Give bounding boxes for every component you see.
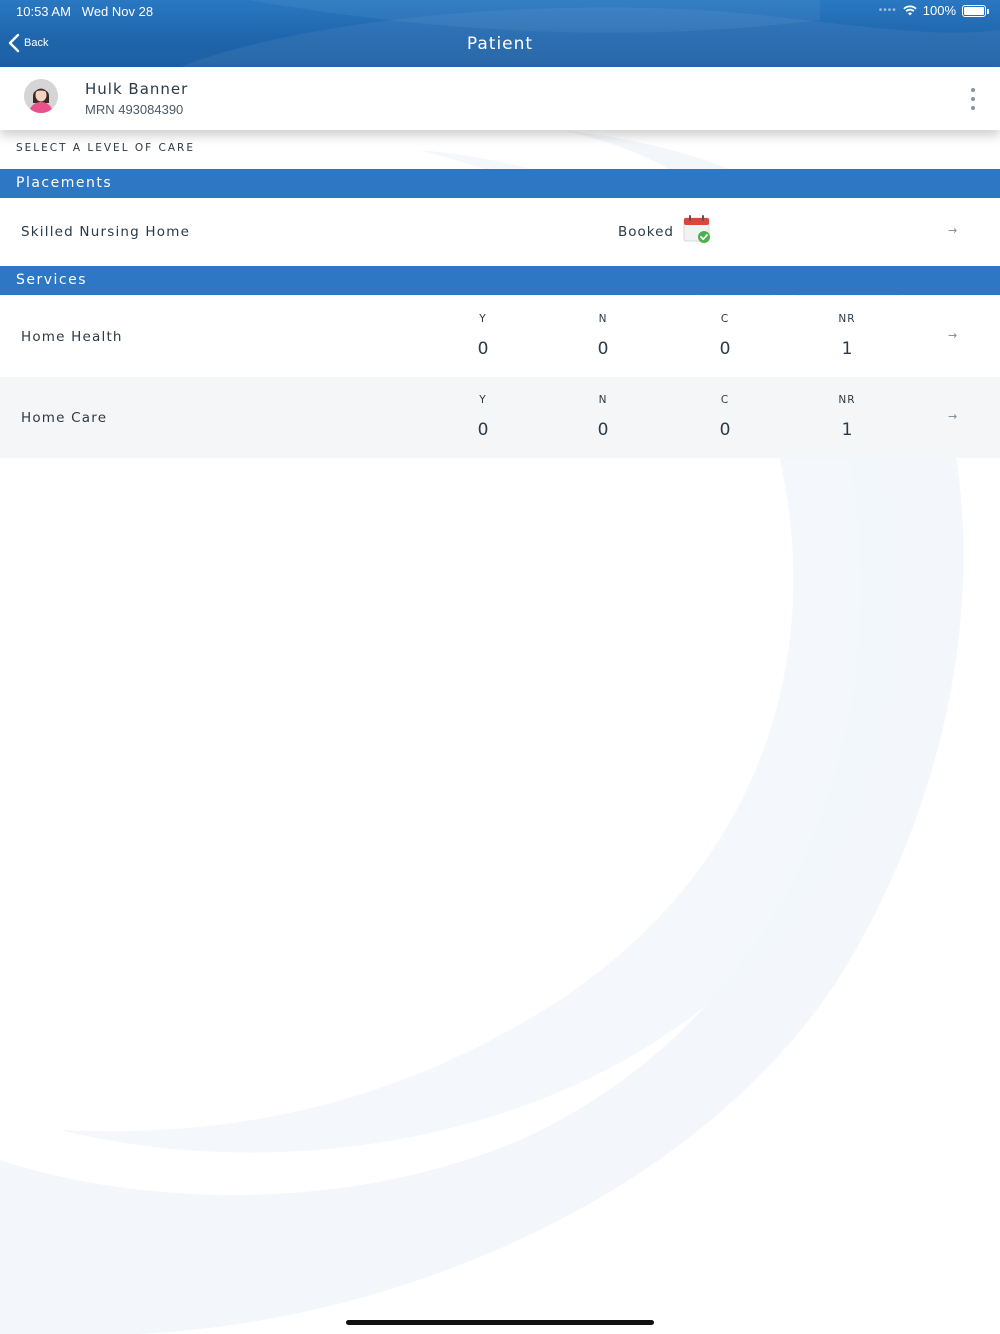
- home-indicator[interactable]: [346, 1320, 654, 1325]
- stat-value: 0: [477, 339, 489, 359]
- stat-label: Y: [479, 313, 487, 325]
- stat-label: Y: [479, 394, 487, 406]
- status-bar-indicators: •••• 100%: [878, 3, 989, 18]
- stat-value: 0: [719, 339, 731, 359]
- page-title: Patient: [466, 34, 534, 54]
- stat-value: 0: [719, 420, 731, 440]
- stat-label: C: [720, 313, 730, 325]
- navigation-bar: 10:53 AM Wed Nov 28 •••• 100% Back Patie…: [0, 0, 1000, 67]
- more-options-icon[interactable]: [968, 88, 978, 110]
- stat-value: 1: [841, 420, 853, 440]
- stat-value: 0: [597, 420, 609, 440]
- patient-header: Hulk Banner MRN 493084390: [0, 67, 1000, 130]
- level-of-care-caption: SELECT A LEVEL OF CARE: [16, 142, 195, 154]
- arrow-right-icon: →: [948, 410, 958, 423]
- stat-value: 0: [597, 339, 609, 359]
- stat-nr: NR 1: [817, 313, 877, 359]
- wifi-icon: [903, 5, 917, 16]
- services-section-header: Services: [0, 266, 1000, 295]
- placement-label: Skilled Nursing Home: [21, 224, 191, 240]
- cellular-signal-icon: ••••: [878, 5, 897, 16]
- arrow-right-icon: →: [948, 224, 958, 237]
- service-label: Home Care: [21, 410, 108, 426]
- stat-n: N 0: [573, 313, 633, 359]
- avatar: [24, 79, 58, 113]
- battery-percent: 100%: [922, 3, 956, 18]
- service-row-home-care[interactable]: Home Care Y 0 N 0 C 0 NR 1 →: [0, 377, 1000, 458]
- stat-y: Y 0: [453, 313, 513, 359]
- stat-label: N: [598, 313, 608, 325]
- stat-value: 1: [841, 339, 853, 359]
- patient-mrn: MRN 493084390: [85, 102, 184, 117]
- calendar-check-icon: [683, 215, 710, 243]
- stat-label: C: [720, 394, 730, 406]
- status-time-text: 10:53 AM: [16, 4, 71, 19]
- stat-n: N 0: [573, 394, 633, 440]
- placement-row-skilled-nursing-home[interactable]: Skilled Nursing Home Booked →: [0, 198, 1000, 266]
- stat-label: NR: [838, 313, 856, 325]
- stat-value: 0: [477, 420, 489, 440]
- female-avatar-icon: [24, 79, 58, 113]
- patient-name: Hulk Banner: [85, 80, 189, 98]
- stat-c: C 0: [695, 394, 755, 440]
- stat-c: C 0: [695, 313, 755, 359]
- status-date-text: Wed Nov 28: [81, 4, 154, 19]
- service-label: Home Health: [21, 329, 123, 345]
- placements-section-header: Placements: [0, 169, 1000, 198]
- battery-icon: [962, 4, 989, 17]
- stat-nr: NR 1: [817, 394, 877, 440]
- booking-status: Booked: [618, 224, 674, 240]
- status-bar-time: 10:53 AM Wed Nov 28: [16, 4, 153, 19]
- stat-label: N: [598, 394, 608, 406]
- stat-label: NR: [838, 394, 856, 406]
- arrow-right-icon: →: [948, 329, 958, 342]
- service-row-home-health[interactable]: Home Health Y 0 N 0 C 0 NR 1 →: [0, 296, 1000, 377]
- stat-y: Y 0: [453, 394, 513, 440]
